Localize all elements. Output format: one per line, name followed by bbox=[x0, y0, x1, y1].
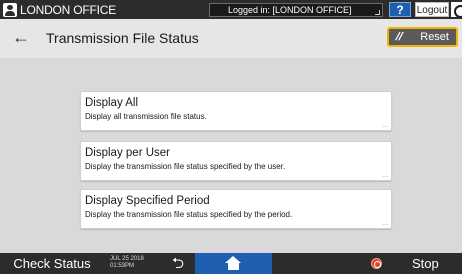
bottom-bar: Check Status JUL 25 2018 01:53PM ⮌ Stop bbox=[0, 253, 462, 274]
home-button[interactable] bbox=[195, 253, 272, 274]
office-indicator: LONDON OFFICE bbox=[0, 0, 116, 19]
option-description: Display all transmission file status. bbox=[85, 112, 207, 121]
option-description: Display the transmission file status spe… bbox=[85, 210, 293, 219]
back-arrow-button[interactable]: ← bbox=[10, 28, 32, 48]
page-title: Transmission File Status bbox=[46, 30, 199, 46]
more-icon: ... bbox=[382, 122, 388, 129]
reset-label: Reset bbox=[420, 31, 449, 43]
content-area: Display All Display all transmission fil… bbox=[0, 58, 462, 253]
title-bar: ← Transmission File Status // Reset bbox=[0, 19, 462, 58]
option-display-all[interactable]: Display All Display all transmission fil… bbox=[80, 91, 392, 131]
option-display-specified-period[interactable]: Display Specified Period Display the tra… bbox=[80, 189, 392, 229]
login-status-field[interactable]: Logged in: [LONDON OFFICE] bbox=[209, 3, 383, 17]
option-display-per-user[interactable]: Display per User Display the transmissio… bbox=[80, 141, 392, 181]
option-description: Display the transmission file status spe… bbox=[85, 162, 286, 171]
energy-saver-icon[interactable] bbox=[451, 2, 462, 17]
help-button[interactable]: ? bbox=[389, 2, 411, 17]
top-status-bar: LONDON OFFICE Logged in: [LONDON OFFICE]… bbox=[0, 0, 462, 19]
time-text: 01:53PM bbox=[110, 263, 135, 269]
date-time: JUL 25 2018 01:53PM bbox=[110, 256, 144, 270]
more-icon: ... bbox=[382, 172, 388, 179]
expand-corner-icon bbox=[375, 10, 380, 15]
option-title: Display per User bbox=[85, 147, 170, 159]
reset-button[interactable]: // Reset bbox=[387, 27, 458, 47]
stop-icon[interactable] bbox=[371, 258, 382, 269]
office-name: LONDON OFFICE bbox=[20, 2, 117, 17]
home-icon bbox=[225, 256, 242, 271]
logout-button[interactable]: Logout bbox=[415, 2, 449, 17]
date-text: JUL 25 2018 bbox=[110, 256, 144, 262]
more-icon: ... bbox=[382, 220, 388, 227]
check-status-button[interactable]: Check Status bbox=[0, 253, 104, 274]
eraser-icon: // bbox=[393, 31, 405, 43]
option-title: Display Specified Period bbox=[85, 195, 210, 207]
option-title: Display All bbox=[85, 97, 139, 109]
login-status-text: Logged in: [LONDON OFFICE] bbox=[228, 5, 352, 15]
stop-button[interactable]: Stop bbox=[412, 253, 439, 274]
back-nav-icon[interactable]: ⮌ bbox=[168, 254, 188, 273]
user-icon bbox=[3, 2, 17, 17]
